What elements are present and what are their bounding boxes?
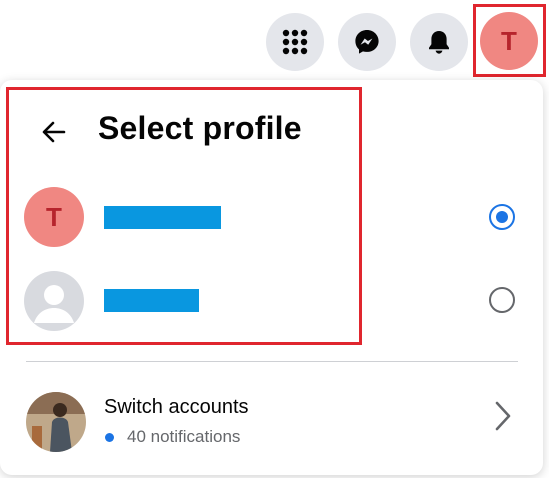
profile-1-radio-selected[interactable] <box>489 204 515 230</box>
top-navigation-bar: T <box>0 0 549 80</box>
switch-account-photo <box>26 392 86 452</box>
account-avatar-initial: T <box>501 25 517 56</box>
messenger-icon <box>355 30 379 54</box>
switch-account-avatar <box>26 392 86 452</box>
divider <box>26 361 518 362</box>
notification-count: 40 notifications <box>127 427 241 446</box>
profile-2-name-redacted <box>104 289 199 312</box>
account-avatar-button[interactable]: T <box>480 12 538 70</box>
profile-2-avatar <box>24 271 84 331</box>
page-title: Select profile <box>98 110 302 146</box>
back-arrow-icon <box>42 121 66 143</box>
switch-accounts-label: Switch accounts <box>104 396 249 418</box>
profile-1-avatar: T <box>24 187 84 247</box>
notification-dot <box>105 433 114 442</box>
messenger-button[interactable] <box>338 13 396 71</box>
chevron-right-icon <box>490 398 516 434</box>
notifications-button[interactable] <box>410 13 468 71</box>
profile-2-radio[interactable] <box>489 287 515 313</box>
menu-button[interactable] <box>266 13 324 71</box>
bell-icon <box>429 31 449 54</box>
back-button[interactable] <box>38 116 70 148</box>
menu-grid-icon <box>282 29 308 55</box>
profile-1-avatar-initial: T <box>46 201 62 232</box>
default-avatar-icon <box>34 285 74 323</box>
profile-1-name-redacted <box>104 206 221 229</box>
